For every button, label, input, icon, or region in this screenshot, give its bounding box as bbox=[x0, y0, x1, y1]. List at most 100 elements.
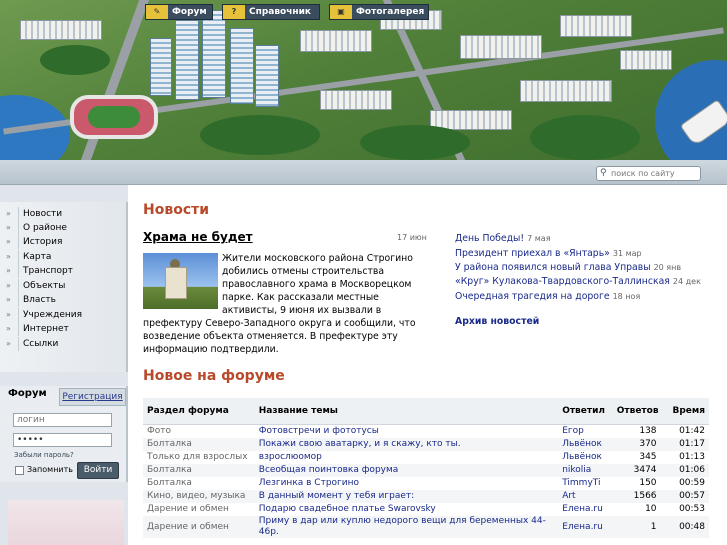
sidebar-item-government[interactable]: » Власть bbox=[0, 293, 126, 307]
sidebar-item-institutions[interactable]: » Учреждения bbox=[0, 308, 126, 322]
user-link[interactable]: Львёнок bbox=[562, 439, 602, 449]
promo-image[interactable] bbox=[8, 500, 124, 545]
news-item-date: 20 янв bbox=[653, 263, 682, 272]
search-box: ⚲ bbox=[596, 166, 701, 181]
forgot-password-link[interactable]: Забыли пароль? bbox=[14, 451, 74, 459]
news-item-link[interactable]: Очередная трагедия на дороге bbox=[455, 291, 610, 302]
user-link[interactable]: Art bbox=[562, 491, 575, 501]
password-input[interactable] bbox=[13, 433, 112, 447]
sidebar-item-label: Карта bbox=[23, 252, 52, 262]
user-link[interactable]: Егор bbox=[562, 426, 584, 436]
news-item-link[interactable]: День Победы! bbox=[455, 233, 524, 244]
chevron-right-icon: » bbox=[6, 339, 11, 348]
reply-count: 150 bbox=[639, 478, 657, 488]
topic-link[interactable]: Покажи свою аватарку, и я скажу, кто ты. bbox=[259, 439, 461, 449]
table-row: Болталка Всеобщая поинтовка форума nikol… bbox=[143, 464, 709, 477]
user-link[interactable]: nikolia bbox=[562, 465, 591, 475]
news-item-link[interactable]: «Круг» Кулакова-Твардовского-Таллинская bbox=[455, 276, 670, 287]
building bbox=[460, 35, 542, 59]
sidebar-item-history[interactable]: » История bbox=[0, 235, 126, 249]
reply-count: 345 bbox=[639, 452, 657, 462]
news-item-date: 31 мар bbox=[612, 249, 642, 258]
column-header: Ответов bbox=[614, 398, 661, 425]
news-date: 17 июн bbox=[397, 233, 427, 242]
chevron-right-icon: » bbox=[6, 266, 11, 275]
news-archive-link[interactable]: Архив новостей bbox=[455, 316, 539, 327]
table-row: Болталка Лезгинка в Строгино TimmyTi 150… bbox=[143, 477, 709, 490]
reply-count: 370 bbox=[614, 438, 661, 451]
news-item-link[interactable]: Президент приехал в «Янтарь» bbox=[455, 248, 610, 259]
search-icon: ⚲ bbox=[600, 168, 607, 178]
reply-time: 01:42 bbox=[679, 426, 705, 436]
sidebar-item-label: Новости bbox=[23, 209, 63, 219]
forum-section: Дарение и обмен bbox=[147, 504, 229, 514]
forum-section: Дарение и обмен bbox=[143, 516, 255, 538]
forest bbox=[40, 45, 110, 75]
topic-link[interactable]: В данный момент у тебя играет: bbox=[259, 491, 414, 501]
chevron-right-icon: » bbox=[6, 295, 11, 304]
login-input[interactable] bbox=[13, 413, 112, 427]
forum-section: Фото bbox=[147, 426, 172, 436]
reply-count: 10 bbox=[645, 504, 657, 514]
sidebar-item-links[interactable]: » Ссылки bbox=[0, 337, 126, 351]
nav-tab-forum[interactable]: ✎ Форум bbox=[145, 4, 213, 20]
building bbox=[520, 80, 612, 102]
chevron-right-icon: » bbox=[6, 237, 11, 246]
topic-link[interactable]: Фотовстречи и фототусы bbox=[259, 426, 379, 436]
sidebar-item-objects[interactable]: » Объекты bbox=[0, 279, 126, 293]
user-link[interactable]: Львёнок bbox=[562, 452, 602, 462]
news-list-item: У района появился новый глава Управы 20 я… bbox=[455, 262, 681, 273]
chevron-right-icon: » bbox=[6, 310, 11, 319]
tower-building bbox=[202, 10, 226, 98]
reply-time: 01:06 bbox=[660, 464, 709, 477]
question-icon: ? bbox=[223, 5, 245, 19]
chevron-right-icon: » bbox=[6, 252, 11, 261]
topic-link[interactable]: Всеобщая поинтовка форума bbox=[259, 465, 399, 475]
news-section-title: Новости bbox=[143, 202, 210, 218]
sidebar-item-label: Объекты bbox=[23, 281, 66, 291]
login-tab-forum[interactable]: Форум bbox=[8, 388, 47, 399]
chevron-right-icon: » bbox=[6, 223, 11, 232]
user-link[interactable]: Елена.ru bbox=[562, 504, 603, 514]
nav-tab-label: Фотогалерея bbox=[356, 7, 425, 17]
building bbox=[300, 30, 372, 52]
forest bbox=[200, 115, 320, 155]
topic-link[interactable]: Лезгинка в Строгино bbox=[259, 478, 359, 488]
column-header: Раздел форума bbox=[143, 398, 255, 425]
topic-link[interactable]: Приму в дар или куплю недорого вещи для … bbox=[259, 516, 546, 537]
reply-time: 00:53 bbox=[679, 504, 705, 514]
sidebar-item-transport[interactable]: » Транспорт bbox=[0, 264, 126, 278]
news-item-link[interactable]: У района появился новый глава Управы bbox=[455, 262, 651, 273]
sidebar-item-news[interactable]: » Новости bbox=[0, 207, 126, 221]
topic-link[interactable]: взрослюомор bbox=[259, 452, 322, 462]
reply-time: 00:59 bbox=[679, 478, 705, 488]
reply-time: 00:48 bbox=[660, 516, 709, 538]
login-button[interactable]: Войти bbox=[77, 462, 119, 479]
user-link[interactable]: Елена.ru bbox=[562, 522, 603, 532]
chevron-right-icon: » bbox=[6, 324, 11, 333]
forum-table: Раздел форума Название темы Ответил Отве… bbox=[143, 398, 709, 538]
nav-tab-directory[interactable]: ? Справочник bbox=[222, 4, 320, 20]
nav-tab-label: Форум bbox=[172, 7, 207, 17]
remember-checkbox[interactable] bbox=[15, 466, 24, 475]
nav-tab-photogallery[interactable]: ▣ Фотогалерея bbox=[329, 4, 429, 20]
sidebar-item-label: История bbox=[23, 237, 63, 247]
reply-count: 1 bbox=[614, 516, 661, 538]
city-banner bbox=[0, 0, 727, 160]
sidebar-item-internet[interactable]: » Интернет bbox=[0, 322, 126, 336]
sidebar-item-label: Ссылки bbox=[23, 339, 59, 349]
news-headline-link[interactable]: Храма не будет bbox=[143, 230, 253, 244]
sidebar-item-map[interactable]: » Карта bbox=[0, 250, 126, 264]
sidebar-item-about[interactable]: » О районе bbox=[0, 221, 126, 235]
user-link[interactable]: TimmyTi bbox=[562, 478, 600, 488]
reply-count: 1566 bbox=[614, 490, 661, 503]
table-row: Болталка Покажи свою аватарку, и я скажу… bbox=[143, 438, 709, 451]
search-input[interactable] bbox=[611, 167, 697, 180]
building bbox=[560, 15, 632, 37]
login-tab-register[interactable]: Регистрация bbox=[59, 388, 126, 406]
building bbox=[320, 90, 392, 110]
forum-section: Болталка bbox=[143, 438, 255, 451]
forum-section: Только для взрослых bbox=[147, 452, 248, 462]
topic-link[interactable]: Подарю свадебное платье Swarovsky bbox=[259, 504, 436, 514]
forest bbox=[360, 125, 470, 160]
